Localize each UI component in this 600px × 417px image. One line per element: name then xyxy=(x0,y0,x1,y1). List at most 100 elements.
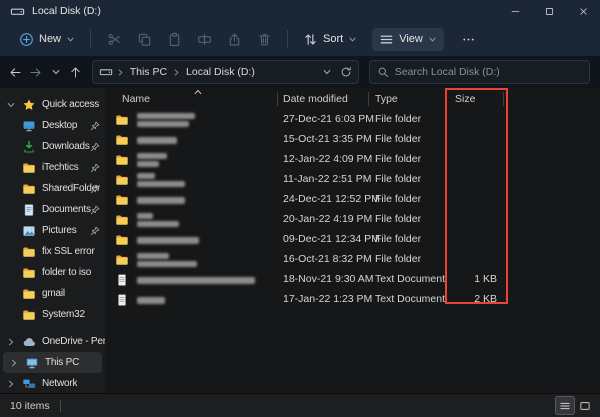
redacted-file-name xyxy=(137,150,167,170)
folder-icon xyxy=(22,308,36,322)
toolbar-copy-button[interactable] xyxy=(129,26,159,52)
date-modified-cell: 09-Dec-21 12:34 PM xyxy=(283,233,380,245)
column-divider[interactable] xyxy=(277,92,278,106)
sidebar-item-gmail[interactable]: gmail xyxy=(0,283,105,304)
file-row[interactable]: 20-Jan-22 4:19 PMFile folder xyxy=(105,210,600,230)
chevron-down-icon[interactable] xyxy=(6,100,16,110)
sidebar-item-onedrive-personal[interactable]: OneDrive - Personal xyxy=(0,331,105,352)
toolbar-paste-button[interactable] xyxy=(159,26,189,52)
sidebar-item-label: Quick access xyxy=(42,99,99,110)
date-modified-cell: 18-Nov-21 9:30 AM xyxy=(283,273,373,285)
sidebar-item-label: OneDrive - Personal xyxy=(42,336,105,347)
sidebar-item-label: Documents xyxy=(42,204,91,215)
thumbnails-view-button[interactable] xyxy=(576,397,594,414)
sidebar-item-desktop[interactable]: Desktop xyxy=(0,115,105,136)
address-dropdown-icon[interactable] xyxy=(322,67,332,77)
sidebar-item-sharedfolder[interactable]: SharedFolder xyxy=(0,178,105,199)
desktop-icon xyxy=(22,119,36,133)
sidebar-item-fix-ssl-error[interactable]: fix SSL error xyxy=(0,241,105,262)
type-cell: File folder xyxy=(375,113,421,125)
up-button[interactable] xyxy=(66,60,86,84)
file-row[interactable]: 09-Dec-21 12:34 PMFile folder xyxy=(105,230,600,250)
redacted-file-name xyxy=(137,250,197,270)
minimize-button[interactable] xyxy=(498,0,532,22)
name-blur xyxy=(137,161,159,167)
sidebar-item-this-pc[interactable]: This PC xyxy=(3,352,102,373)
recent-locations-button[interactable] xyxy=(46,60,66,84)
sort-button[interactable]: Sort xyxy=(296,28,364,51)
column-divider[interactable] xyxy=(368,92,369,106)
more-icon xyxy=(461,32,476,47)
sidebar-item-pictures[interactable]: Pictures xyxy=(0,220,105,241)
folder-icon xyxy=(115,193,131,207)
name-blur xyxy=(137,213,153,219)
toolbar-delete-button[interactable] xyxy=(249,26,279,52)
breadcrumb-local-disk-d[interactable]: Local Disk (D:) xyxy=(184,65,257,79)
more-options-button[interactable] xyxy=(454,26,484,52)
chevron-right-icon[interactable] xyxy=(6,379,16,389)
view-button[interactable]: View xyxy=(372,28,444,51)
file-explorer-window: Local Disk (D:) New Sort View xyxy=(0,0,600,417)
paste-icon xyxy=(167,32,182,47)
cut-icon xyxy=(107,32,122,47)
toolbar-share-button[interactable] xyxy=(219,26,249,52)
chevron-right-icon[interactable] xyxy=(9,358,19,368)
date-modified-cell: 16-Oct-21 8:32 PM xyxy=(283,253,372,265)
column-divider[interactable] xyxy=(503,92,504,106)
new-button[interactable]: New xyxy=(12,28,82,51)
column-header-date-modified[interactable]: Date modified xyxy=(283,93,348,105)
chevron-right-icon[interactable] xyxy=(6,337,16,347)
column-header-name[interactable]: Name xyxy=(122,93,150,105)
toolbar-cut-button[interactable] xyxy=(99,26,129,52)
toolbar-rename-button[interactable] xyxy=(189,26,219,52)
sidebar-item-itechtics[interactable]: iTechtics xyxy=(0,157,105,178)
file-row[interactable]: 17-Jan-22 1:23 PMText Document2 KB xyxy=(105,290,600,310)
column-header-type[interactable]: Type xyxy=(375,93,398,105)
folder-icon xyxy=(115,213,131,227)
size-cell: 2 KB xyxy=(474,293,497,305)
folder-icon xyxy=(22,266,36,280)
downloads-icon xyxy=(22,140,36,154)
file-row[interactable]: 16-Oct-21 8:32 PMFile folder xyxy=(105,250,600,270)
sidebar-item-quick-access[interactable]: Quick access xyxy=(0,94,105,115)
rename-icon xyxy=(197,32,212,47)
details-view-button[interactable] xyxy=(556,397,574,414)
maximize-button[interactable] xyxy=(532,0,566,22)
file-row[interactable]: 12-Jan-22 4:09 PMFile folder xyxy=(105,150,600,170)
type-cell: File folder xyxy=(375,153,421,165)
file-row[interactable]: 15-Oct-21 3:35 PMFile folder xyxy=(105,130,600,150)
forward-button[interactable] xyxy=(26,60,46,84)
thumbnails-view-icon xyxy=(579,400,591,412)
documents-icon xyxy=(22,203,36,217)
file-row[interactable]: 18-Nov-21 9:30 AMText Document1 KB xyxy=(105,270,600,290)
refresh-icon[interactable] xyxy=(340,66,352,78)
folder-icon xyxy=(115,233,131,247)
name-blur xyxy=(137,113,195,119)
file-row[interactable]: 27-Dec-21 6:03 PMFile folder xyxy=(105,110,600,130)
search-input[interactable] xyxy=(395,66,582,78)
minimize-icon xyxy=(510,6,521,17)
breadcrumb[interactable]: This PC Local Disk (D:) xyxy=(92,60,359,84)
back-button[interactable] xyxy=(6,60,26,84)
sidebar-item-folder-to-iso[interactable]: folder to iso xyxy=(0,262,105,283)
redacted-file-name xyxy=(137,110,195,130)
date-modified-cell: 11-Jan-22 2:51 PM xyxy=(283,173,372,185)
close-button[interactable] xyxy=(566,0,600,22)
drive-icon xyxy=(99,65,113,79)
breadcrumb-this-pc[interactable]: This PC xyxy=(128,65,169,79)
items-count: 10 items xyxy=(10,400,50,412)
share-icon xyxy=(227,32,242,47)
redacted-file-name xyxy=(137,270,255,290)
file-rows: 27-Dec-21 6:03 PMFile folder15-Oct-21 3:… xyxy=(105,110,600,310)
sidebar-item-system32[interactable]: System32 xyxy=(0,304,105,325)
sidebar-item-documents[interactable]: Documents xyxy=(0,199,105,220)
sidebar-item-downloads[interactable]: Downloads xyxy=(0,136,105,157)
type-cell: File folder xyxy=(375,213,421,225)
name-blur xyxy=(137,277,255,284)
delete-icon xyxy=(257,32,272,47)
file-row[interactable]: 24-Dec-21 12:52 PMFile folder xyxy=(105,190,600,210)
file-row[interactable]: 11-Jan-22 2:51 PMFile folder xyxy=(105,170,600,190)
name-blur xyxy=(137,121,189,127)
column-header-size[interactable]: Size xyxy=(455,93,475,105)
sidebar-item-network[interactable]: Network xyxy=(0,373,105,393)
